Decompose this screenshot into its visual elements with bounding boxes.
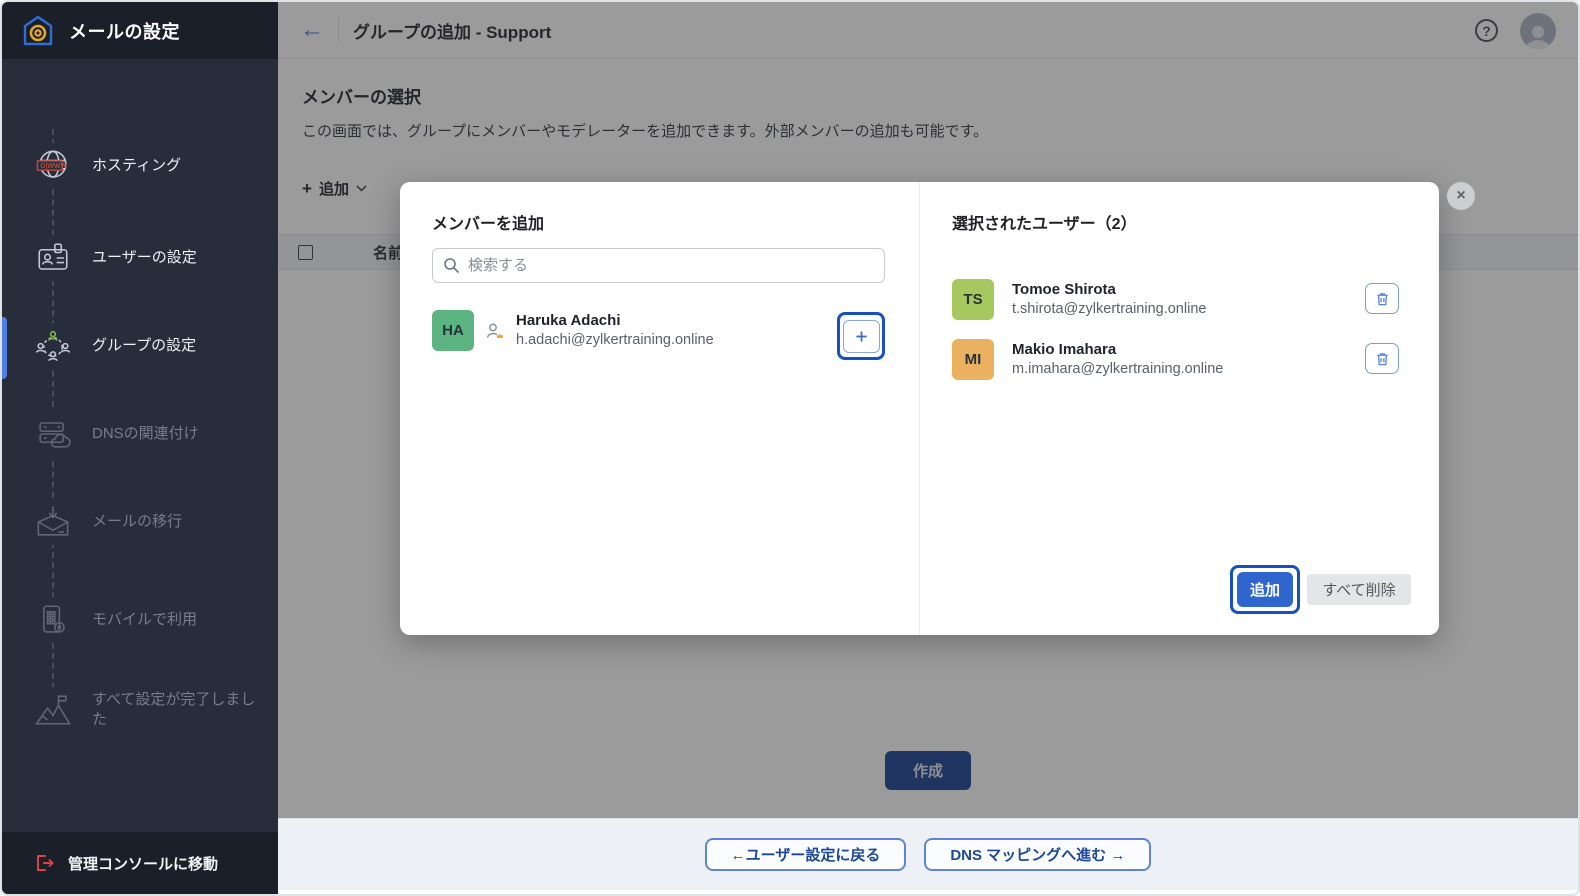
sidebar-title: メールの設定 xyxy=(69,18,180,44)
selected-users-heading: 選択されたユーザー（2） xyxy=(952,210,1137,234)
tutorial-highlight-ring xyxy=(837,312,885,360)
tutorial-highlight-ring: 追加 xyxy=(1230,565,1300,614)
member-search-box xyxy=(432,248,885,283)
selected-user-row: MI Makio Imahara m.imahara@zylkertrainin… xyxy=(952,339,1407,380)
remove-user-button[interactable] xyxy=(1365,343,1399,374)
sidebar-item-dns-mapping[interactable]: DNSの関連付け xyxy=(2,411,278,457)
sidebar-item-mobile[interactable]: モバイルで利用 xyxy=(2,597,278,643)
svg-text:O|WWW: O|WWW xyxy=(40,163,67,170)
back-to-user-settings-button[interactable]: ←ユーザー設定に戻る xyxy=(705,838,907,871)
mountain-flag-icon xyxy=(30,687,76,733)
sidebar-item-label: DNSの関連付け xyxy=(92,424,262,444)
sidebar-item-mail-migration[interactable]: メールの移行 xyxy=(2,499,278,545)
user-name: Tomoe Shirota xyxy=(1012,280,1206,300)
go-to-admin-console-label: 管理コンソールに移動 xyxy=(68,853,218,874)
mail-migration-icon xyxy=(30,499,76,545)
globe-www-icon: O|WWW xyxy=(30,143,76,189)
user-name: Makio Imahara xyxy=(1012,340,1223,360)
available-user-row: HA Haruka Adachi h.adachi@zylkertraining… xyxy=(432,310,887,351)
add-member-panel: メンバーを追加 HA xyxy=(400,182,919,635)
remove-all-button[interactable]: すべて削除 xyxy=(1307,574,1411,605)
member-role-icon xyxy=(484,320,506,342)
selected-user-row: TS Tomoe Shirota t.shirota@zylkertrainin… xyxy=(952,279,1407,320)
exit-icon xyxy=(34,853,54,873)
add-members-dialog: メンバーを追加 HA xyxy=(400,182,1439,635)
add-member-heading: メンバーを追加 xyxy=(432,210,544,234)
app-window: メールの設定 O|WWW ホスティング xyxy=(0,0,1580,896)
selected-users-panel: 選択されたユーザー（2） TS Tomoe Shirota t.shirota@… xyxy=(919,182,1439,635)
sidebar-item-setup-complete[interactable]: すべて設定が完了しました xyxy=(2,687,278,733)
sidebar-item-label: ホスティング xyxy=(92,156,262,176)
avatar: MI xyxy=(952,339,994,380)
sidebar-item-user-settings[interactable]: ユーザーの設定 xyxy=(2,235,278,281)
modal-close-button[interactable]: × xyxy=(1447,182,1475,210)
remove-user-button[interactable] xyxy=(1365,283,1399,314)
add-user-plus-button[interactable] xyxy=(843,320,880,353)
sidebar: メールの設定 O|WWW ホスティング xyxy=(2,2,278,894)
sidebar-item-label: モバイルで利用 xyxy=(92,610,262,630)
wizard-footer: ←ユーザー設定に戻る DNS マッピングへ進む → xyxy=(278,818,1578,890)
user-email: m.imahara@zylkertraining.online xyxy=(1012,360,1223,379)
user-email: t.shirota@zylkertraining.online xyxy=(1012,300,1206,319)
go-to-admin-console-button[interactable]: 管理コンソールに移動 xyxy=(2,832,278,894)
search-icon xyxy=(443,257,460,274)
mobile-qr-icon xyxy=(30,597,76,643)
user-group-icon xyxy=(30,323,76,369)
setup-steps: O|WWW ホスティング ユーザーの設定 xyxy=(2,59,278,832)
member-search-input[interactable] xyxy=(468,257,874,274)
user-name: Haruka Adachi xyxy=(516,311,714,331)
app-logo-icon xyxy=(20,13,56,49)
sidebar-item-hosting[interactable]: O|WWW ホスティング xyxy=(2,143,278,189)
id-card-icon xyxy=(30,235,76,281)
avatar: TS xyxy=(952,279,994,320)
confirm-add-button[interactable]: 追加 xyxy=(1237,572,1293,607)
sidebar-item-group-settings[interactable]: グループの設定 xyxy=(2,323,278,369)
proceed-to-dns-mapping-button[interactable]: DNS マッピングへ進む → xyxy=(924,838,1151,871)
user-email: h.adachi@zylkertraining.online xyxy=(516,331,714,350)
sidebar-item-label: メールの移行 xyxy=(92,512,262,532)
avatar: HA xyxy=(432,310,474,351)
sidebar-item-label: ユーザーの設定 xyxy=(92,248,262,268)
sidebar-item-label: すべて設定が完了しました xyxy=(92,690,262,730)
sidebar-header: メールの設定 xyxy=(2,2,278,59)
sidebar-item-label: グループの設定 xyxy=(92,336,262,356)
dns-server-icon xyxy=(30,411,76,457)
